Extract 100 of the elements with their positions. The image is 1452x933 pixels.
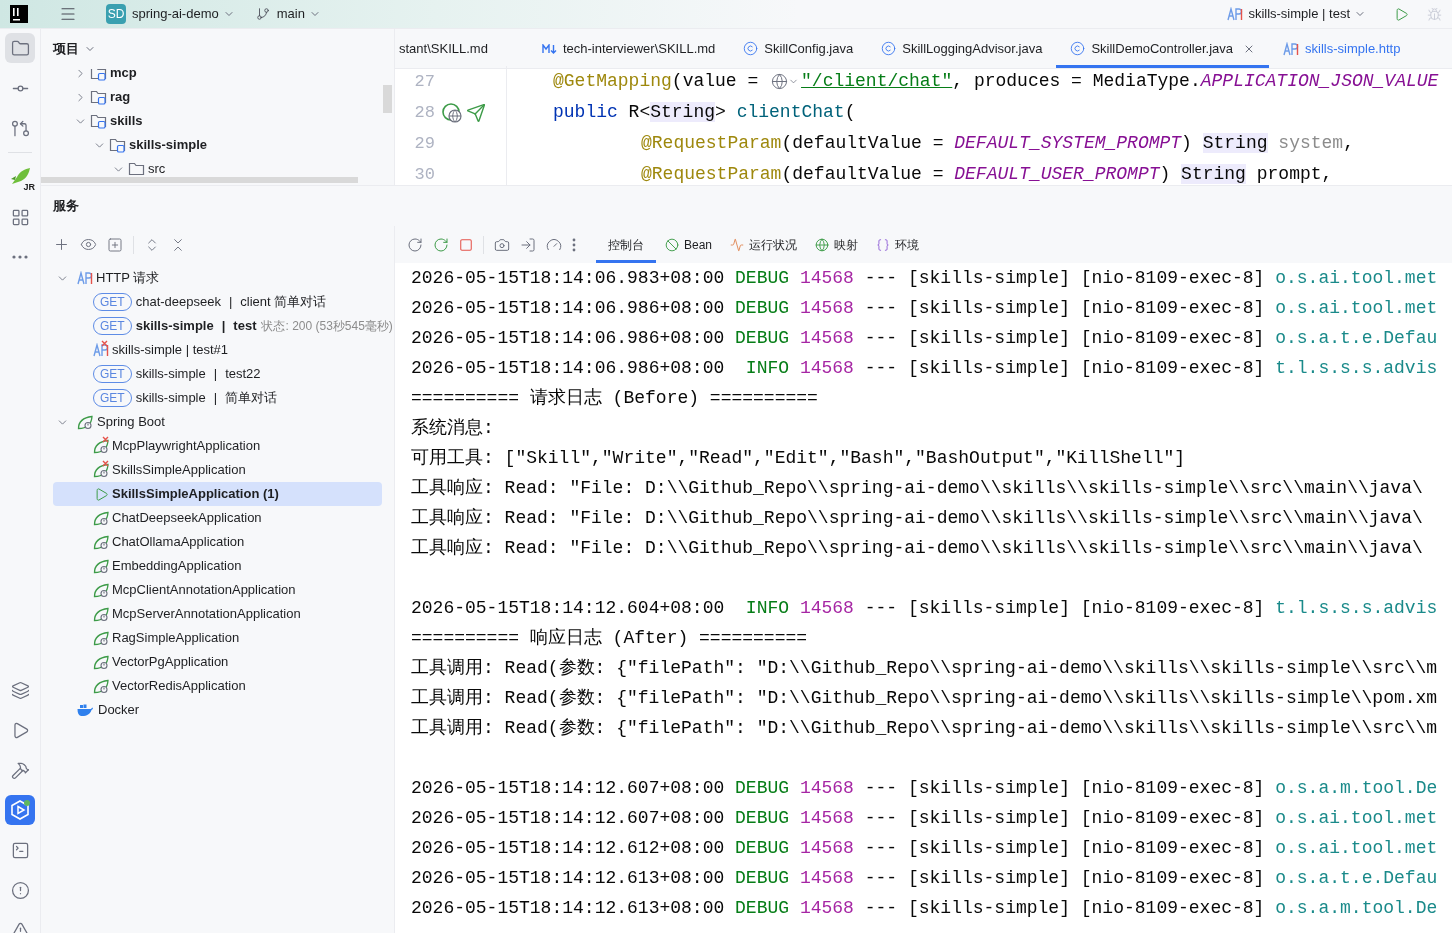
module-folder-icon <box>90 69 108 81</box>
class-icon <box>743 41 759 56</box>
console-tab[interactable]: 运行状况 <box>721 226 807 263</box>
hammer-icon <box>10 760 30 780</box>
branch-selector[interactable]: main <box>276 4 321 24</box>
app-label[interactable]: SkillsSimpleApplication (1) <box>112 484 279 504</box>
project-badge: SD <box>106 4 126 24</box>
globe-dropdown-icon[interactable] <box>771 73 800 90</box>
eye-icon[interactable] <box>80 236 97 253</box>
app-label[interactable]: EmbeddingApplication <box>112 556 242 576</box>
app-label[interactable]: ChatDeepseekApplication <box>112 508 262 528</box>
app-label[interactable]: McpPlaywrightApplication <box>112 436 261 456</box>
new-tab-icon[interactable] <box>107 236 123 253</box>
run-icon[interactable] <box>1394 6 1409 22</box>
terminal-icon <box>10 840 30 860</box>
whale-icon <box>77 703 93 717</box>
tree-item-label[interactable]: src <box>148 159 166 179</box>
horizontal-scrollbar[interactable] <box>41 177 358 183</box>
line-number: 30 <box>413 163 435 185</box>
project-selector[interactable]: spring-ai-demo <box>132 4 235 24</box>
leaf-icon <box>93 654 110 670</box>
leaf-icon <box>93 606 110 622</box>
service-group-label[interactable]: Spring Boot <box>97 412 165 432</box>
log-line: ========== 响应日志 (After) ========== <box>411 626 808 650</box>
markdown-icon <box>541 43 557 54</box>
app-label[interactable]: VectorPgApplication <box>112 652 229 672</box>
app-label[interactable]: McpClientAnnotationApplication <box>112 580 296 600</box>
editor-tab[interactable]: stant\SKILL.md <box>395 29 528 68</box>
tree-item-label[interactable]: skills-simple <box>129 135 208 155</box>
log-line: 可用工具: ["Skill","Write","Read","Edit","Bash","BashOutput","KillShell"] <box>411 446 1186 470</box>
log-line: 2026-05-15T18:14:12.613+08:00 DEBUG 14568 --- [skills-simple] [nio-8109-exec-8] o.s.a.t.e.Defau <box>411 866 1438 890</box>
tree-item-label[interactable]: mcp <box>110 69 137 83</box>
editor-tab[interactable]: SkillDemoController.java <box>1056 29 1270 68</box>
service-group-label[interactable]: Docker <box>98 700 140 720</box>
leaf-icon <box>93 558 110 574</box>
module-folder-icon <box>90 113 108 129</box>
leaf-icon <box>77 414 94 430</box>
tool-window-button[interactable]: JR <box>5 162 35 192</box>
request-label[interactable]: skills-simple | 简单对话 <box>135 388 278 408</box>
line-number: 29 <box>413 132 435 155</box>
module-folder-icon <box>90 89 108 105</box>
editor-tab[interactable]: tech-interviewer\SKILL.md <box>527 29 730 68</box>
stop-icon[interactable] <box>459 237 473 252</box>
tree-item-label[interactable]: rag <box>110 87 131 107</box>
app-label[interactable]: ChatOllamaApplication <box>112 532 245 552</box>
rerun-icon[interactable] <box>407 236 423 253</box>
more-icon <box>12 255 28 259</box>
log-line: 工具响应: Read: "File: D:\\Github_Repo\\spring-ai-demo\\skills\\skills-simple\\src\\main\\java\ <box>411 536 1423 560</box>
services-icon <box>9 799 31 821</box>
request-label[interactable]: skills-simple | test#1 <box>112 340 229 360</box>
vertical-scrollbar[interactable] <box>383 85 392 113</box>
exit-icon[interactable] <box>520 236 536 253</box>
console-tab[interactable]: 映射 <box>806 226 868 263</box>
request-label[interactable]: skills-simple | test22 <box>135 364 261 384</box>
tool-window-button[interactable] <box>5 795 35 825</box>
globe-icon <box>815 237 830 252</box>
tree-item-label[interactable]: skills <box>110 111 143 131</box>
api-icon <box>77 271 93 285</box>
log-line: 2026-05-15T18:14:12.612+08:00 DEBUG 14568 --- [skills-simple] [nio-8109-exec-8] o.s.ai.tool.met <box>411 836 1438 860</box>
editor-tab[interactable]: SkillLoggingAdvisor.java <box>867 29 1057 68</box>
menu-icon[interactable] <box>59 5 77 23</box>
braces-icon <box>876 237 891 252</box>
editor-tab[interactable]: SkillConfig.java <box>729 29 868 68</box>
leaf-icon <box>93 510 110 526</box>
module-folder-icon <box>109 137 127 153</box>
camera-icon[interactable] <box>494 236 510 253</box>
app-label[interactable]: VectorRedisApplication <box>112 676 246 696</box>
editor-tab[interactable]: skills-simple.http <box>1269 29 1415 68</box>
bean-icon <box>665 237 679 252</box>
branch-icon <box>255 7 270 21</box>
log-line: 系统消息: <box>411 416 494 440</box>
app-label[interactable]: RagSimpleApplication <box>112 628 240 648</box>
run-config-selector[interactable]: skills-simple | test <box>1248 4 1366 24</box>
line-number: 28 <box>413 101 435 124</box>
add-icon[interactable] <box>53 236 70 253</box>
log-line: ========== 请求日志 (Before) ========== <box>411 386 818 410</box>
request-label[interactable]: skills-simple | test <box>135 316 257 336</box>
console-tab[interactable]: 环境 <box>867 226 929 263</box>
log-line: 工具调用: Read(参数: {"filePath": "D:\\Github_Repo\\spring-ai-demo\\skills\\skills-simple\\src\\m <box>411 716 1438 740</box>
tool-window-button[interactable] <box>5 33 35 63</box>
selected-row[interactable]: SkillsSimpleApplication (1) <box>53 482 382 506</box>
app-label[interactable]: McpServerAnnotationApplication <box>112 604 301 624</box>
service-group-label[interactable]: HTTP 请求 <box>96 268 160 288</box>
request-label[interactable]: chat-deepseek | client 简单对话 <box>135 292 327 312</box>
panel-title: 服务 <box>53 197 79 216</box>
app-logo-icon[interactable] <box>10 5 28 23</box>
class-icon <box>1070 41 1086 56</box>
more-icon[interactable] <box>572 237 576 252</box>
console-tab[interactable]: 控制台 <box>596 226 656 263</box>
code-text: public R<String> clientChat( <box>553 101 856 124</box>
web-endpoint-icon[interactable] <box>441 101 463 124</box>
rerun-debug-icon[interactable] <box>433 236 449 253</box>
console-tab[interactable]: Bean <box>656 226 722 263</box>
alert-icon <box>10 880 30 900</box>
panel-title: 项目 <box>53 40 79 59</box>
send-icon[interactable] <box>466 102 486 123</box>
app-label[interactable]: SkillsSimpleApplication <box>112 460 246 480</box>
api-icon <box>1283 41 1300 56</box>
gauge-icon[interactable] <box>546 236 562 253</box>
log-line: 工具调用: Read(参数: {"filePath": "D:\\Github_Repo\\spring-ai-demo\\skills\\skills-simple\\src\\m <box>411 656 1438 680</box>
